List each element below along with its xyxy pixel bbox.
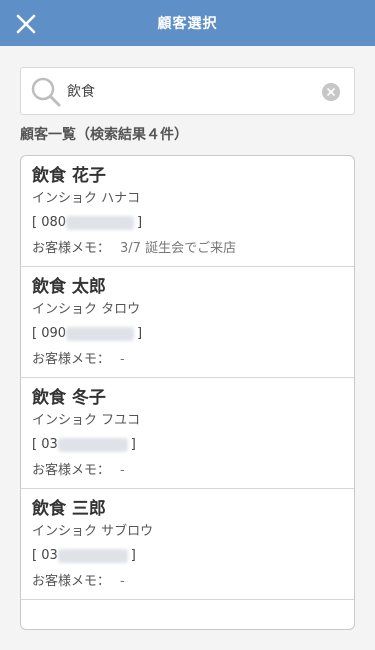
memo-label: お客様メモ：	[32, 241, 111, 256]
customer-item[interactable]: 飲食 太郎 インショク タロウ [ 090 ] お客様メモ： -	[21, 267, 354, 378]
memo-label: お客様メモ：	[32, 352, 111, 367]
customer-memo: お客様メモ： -	[32, 459, 343, 483]
memo-value: 3/7 誕生会でご来店	[120, 241, 237, 256]
page-title: 顧客選択	[157, 16, 218, 32]
search-input[interactable]	[67, 78, 317, 104]
phone-prefix: [ 03	[32, 437, 58, 452]
customer-memo: お客様メモ： 3/7 誕生会でご来店	[32, 237, 343, 261]
customer-phone: [ 090 ]	[32, 321, 343, 347]
customer-name: 飲食 花子	[32, 166, 106, 186]
customer-phone: [ 03 ]	[32, 432, 343, 458]
phone-redacted	[57, 438, 128, 452]
memo-value: -	[120, 574, 125, 589]
search-icon	[31, 77, 61, 107]
close-icon[interactable]	[16, 14, 36, 34]
customer-memo: お客様メモ： -	[32, 348, 343, 372]
memo-label: お客様メモ：	[32, 574, 111, 589]
customer-kana: インショク サブロウ	[32, 524, 154, 539]
memo-value: -	[120, 352, 125, 367]
customer-kana: インショク ハナコ	[32, 191, 141, 206]
customer-phone: [ 03 ]	[32, 543, 343, 569]
phone-prefix: [ 03	[32, 548, 58, 563]
phone-suffix: ]	[137, 326, 143, 341]
customer-phone: [ 080 ]	[32, 210, 343, 236]
phone-suffix: ]	[137, 215, 143, 230]
customer-item[interactable]: 飲食 花子 インショク ハナコ [ 080 ] お客様メモ： 3/7 誕生会でご来…	[21, 156, 354, 267]
customer-memo: お客様メモ： -	[32, 570, 343, 594]
memo-label: お客様メモ：	[32, 463, 111, 478]
app-header: 顧客選択	[0, 0, 375, 46]
clear-icon[interactable]	[322, 83, 340, 101]
customer-name: 飲食 太郎	[32, 277, 106, 297]
customer-list: 飲食 花子 インショク ハナコ [ 080 ] お客様メモ： 3/7 誕生会でご来…	[20, 155, 355, 630]
customer-name: 飲食 冬子	[32, 388, 106, 408]
customer-item[interactable]: 飲食 三郎 インショク サブロウ [ 03 ] お客様メモ： -	[21, 489, 354, 600]
phone-prefix: [ 080	[32, 215, 67, 230]
search-box[interactable]	[20, 67, 355, 115]
customer-item[interactable]: 飲食 冬子 インショク フユコ [ 03 ] お客様メモ： -	[21, 378, 354, 489]
customer-list-heading: 顧客一覧（検索結果４件）	[20, 127, 188, 143]
phone-redacted	[66, 216, 135, 230]
phone-suffix: ]	[130, 548, 136, 563]
phone-prefix: [ 090	[32, 326, 67, 341]
customer-kana: インショク タロウ	[32, 302, 141, 317]
phone-redacted	[66, 327, 135, 341]
customer-kana: インショク フユコ	[32, 413, 141, 428]
customer-name: 飲食 三郎	[32, 499, 106, 519]
phone-suffix: ]	[130, 437, 136, 452]
memo-value: -	[120, 463, 125, 478]
phone-redacted	[57, 549, 128, 563]
